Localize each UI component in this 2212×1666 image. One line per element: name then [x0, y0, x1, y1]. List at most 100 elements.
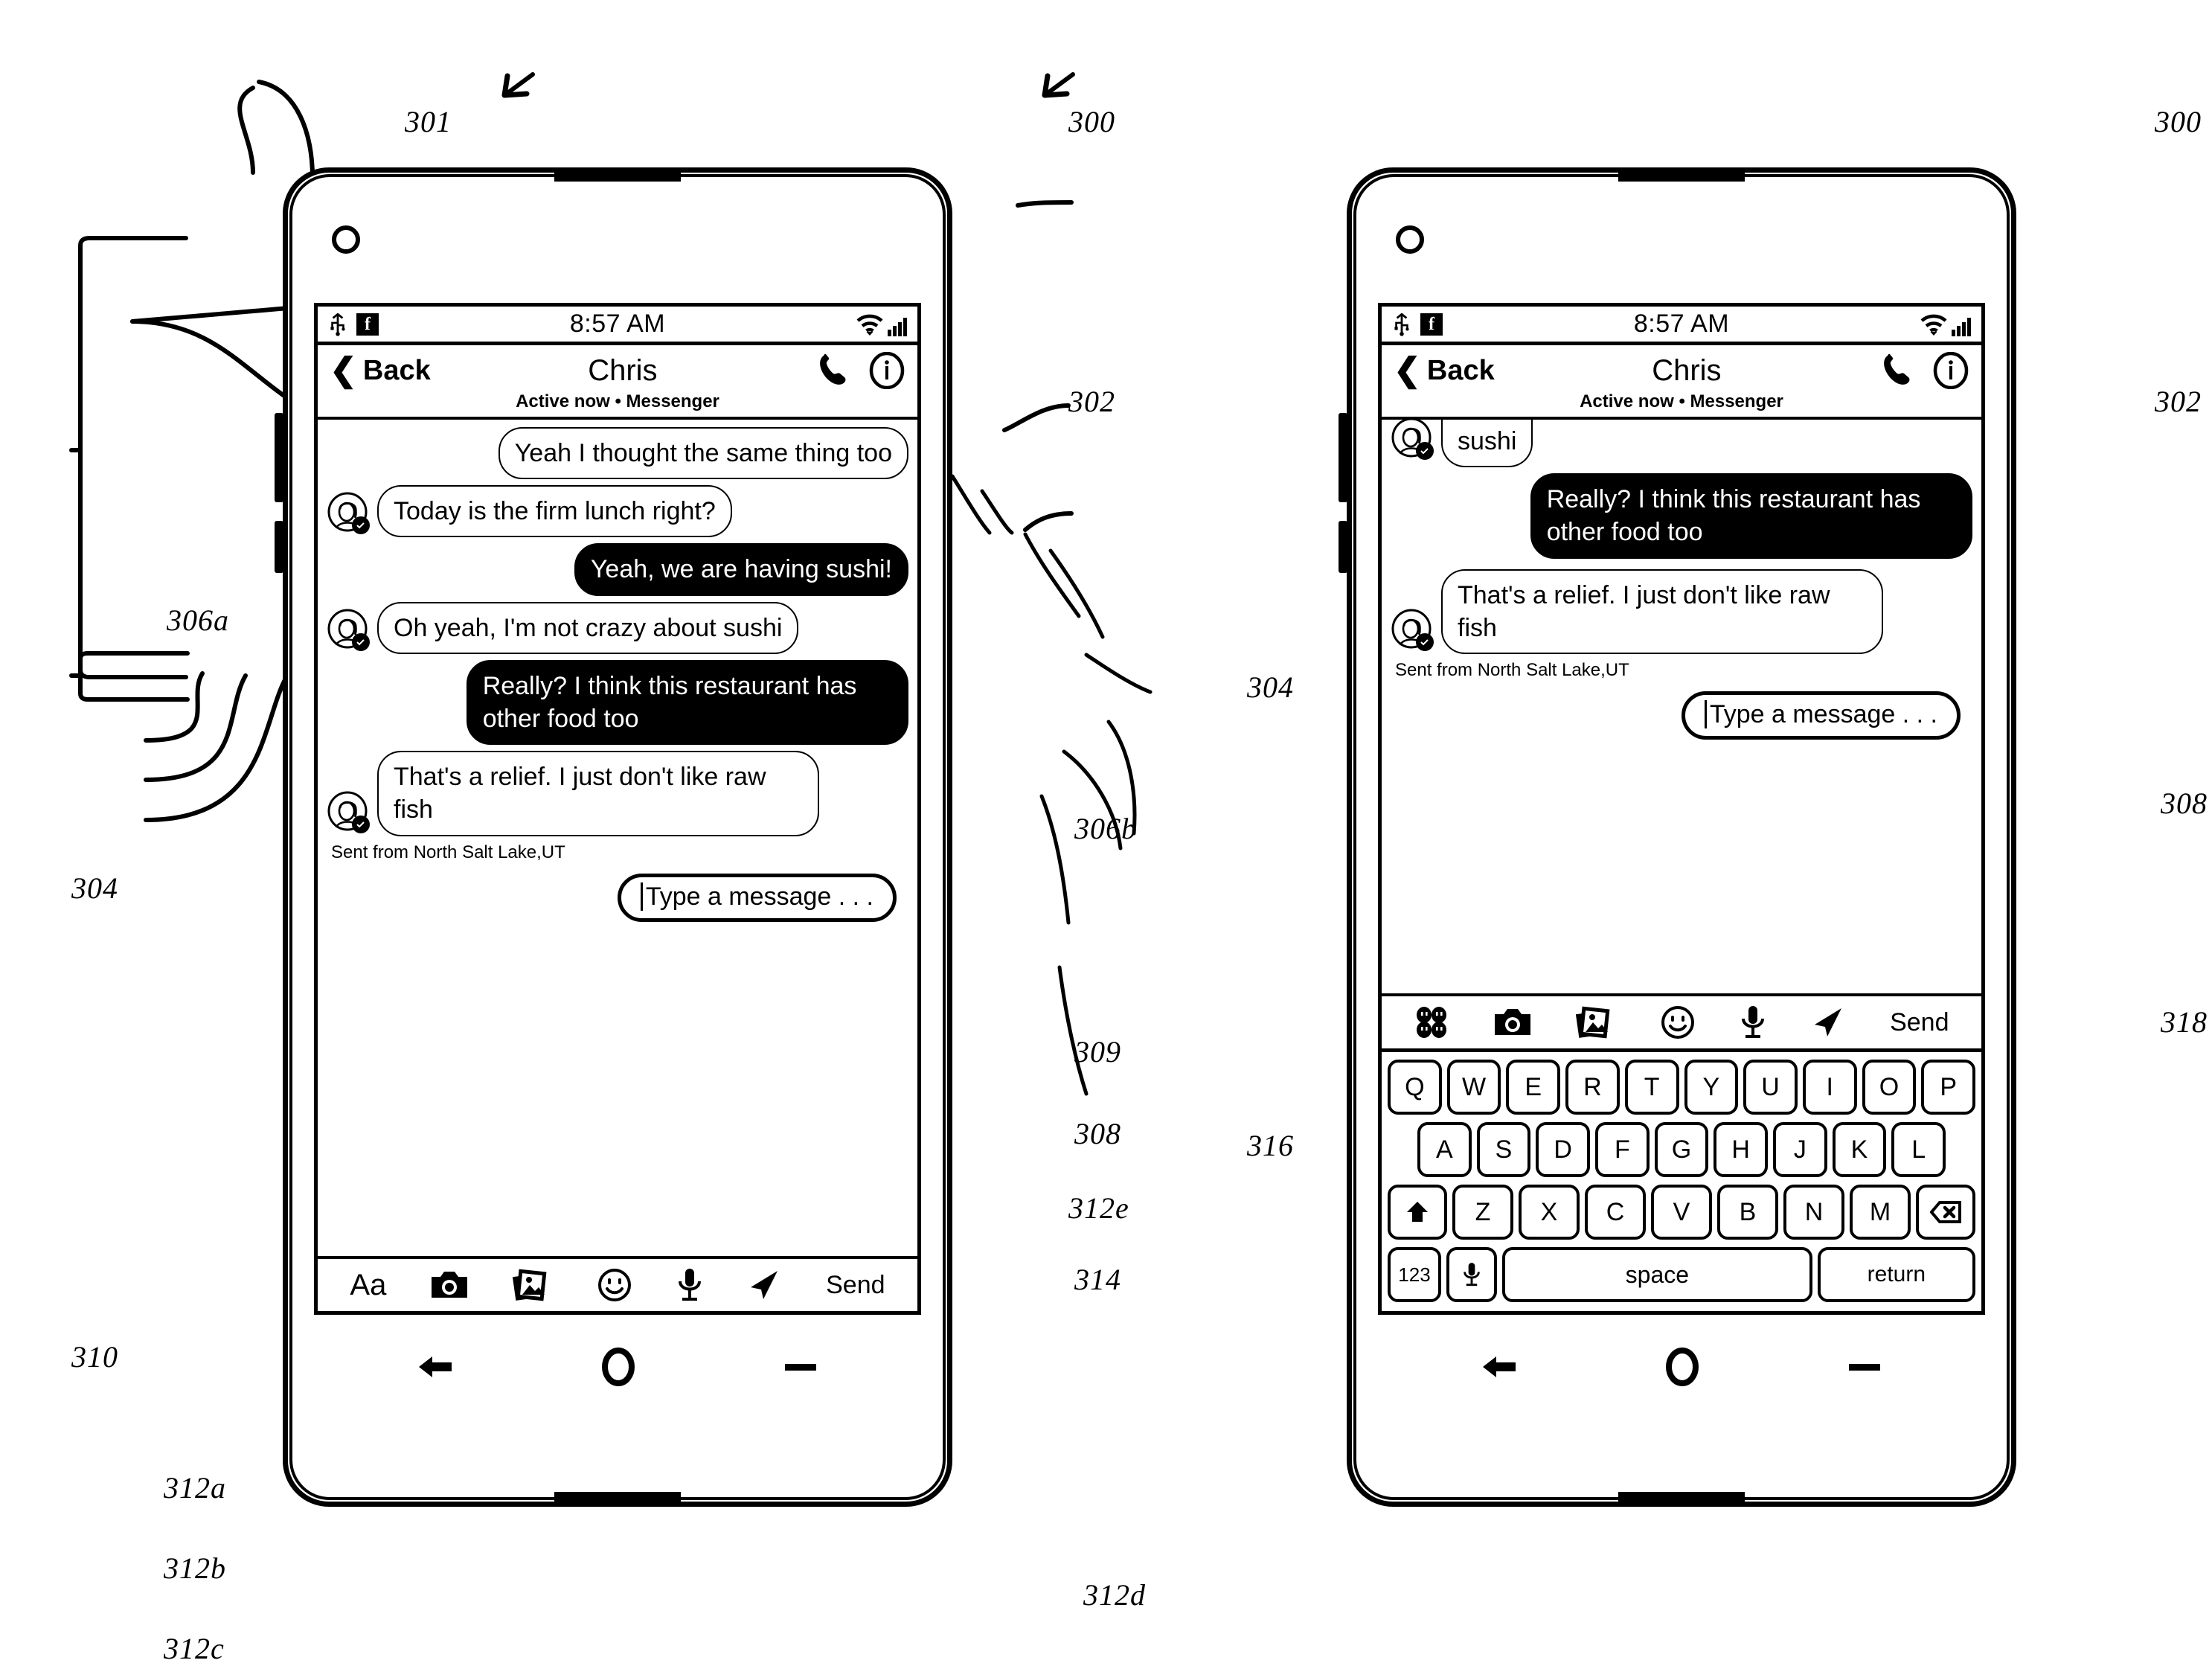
photo-gallery-icon[interactable]	[1576, 1005, 1616, 1039]
message-input[interactable]: Type a message . . .	[617, 873, 897, 922]
power-button[interactable]	[275, 521, 283, 573]
key-O[interactable]: O	[1862, 1060, 1917, 1115]
key-Q[interactable]: Q	[1387, 1060, 1442, 1115]
conversation-header: ❮ Back Chris Active now • Messenger	[318, 345, 917, 420]
message-bubble-outgoing[interactable]: Yeah I thought the same thing too	[498, 427, 908, 480]
key-dictation[interactable]	[1446, 1247, 1497, 1302]
location-send-icon[interactable]	[1810, 1005, 1846, 1039]
power-button[interactable]	[1339, 521, 1347, 573]
camera-icon[interactable]	[430, 1269, 469, 1301]
earpiece-speaker	[554, 171, 681, 182]
phone-call-icon[interactable]	[1879, 351, 1919, 390]
volume-button[interactable]	[275, 413, 283, 502]
message-thread[interactable]: Yeah I thought the same thing too Today …	[318, 420, 917, 1256]
message-bubble-incoming[interactable]: Oh yeah, I'm not crazy about sushi	[377, 601, 799, 654]
photo-gallery-icon[interactable]	[512, 1268, 553, 1302]
send-button[interactable]: Send	[1890, 1008, 1949, 1037]
key-space[interactable]: space	[1502, 1247, 1812, 1302]
key-shift[interactable]	[1388, 1185, 1447, 1240]
android-recents-button[interactable]	[1844, 1358, 1885, 1376]
android-home-button[interactable]	[1662, 1347, 1702, 1387]
keyboard-row-4: 123 space return	[1388, 1247, 1975, 1302]
avatar	[327, 608, 373, 654]
key-E[interactable]: E	[1506, 1060, 1561, 1115]
microphone-icon[interactable]	[1740, 1004, 1766, 1041]
message-input[interactable]: Type a message . . .	[1681, 691, 1961, 740]
ref-309-left: 309	[1074, 1035, 1121, 1069]
key-Z[interactable]: Z	[1452, 1185, 1513, 1240]
avatar	[327, 491, 373, 537]
back-label: Back	[362, 354, 431, 386]
send-button[interactable]: Send	[826, 1271, 885, 1300]
shift-icon	[1407, 1202, 1428, 1222]
key-N[interactable]: N	[1783, 1185, 1844, 1240]
message-bubble-incoming[interactable]: sushi	[1441, 420, 1533, 468]
composer-toolbar: Send	[1382, 993, 1981, 1048]
avatar	[327, 790, 373, 836]
key-T[interactable]: T	[1624, 1060, 1679, 1115]
key-U[interactable]: U	[1743, 1060, 1798, 1115]
ref-312d-left: 312d	[1083, 1578, 1146, 1612]
key-B[interactable]: B	[1717, 1185, 1778, 1240]
android-home-button[interactable]	[598, 1347, 638, 1387]
bottom-speaker	[554, 1492, 681, 1502]
microphone-icon[interactable]	[676, 1266, 703, 1304]
key-K[interactable]: K	[1832, 1122, 1887, 1177]
key-J[interactable]: J	[1773, 1122, 1827, 1177]
message-bubble-outgoing[interactable]: Really? I think this restaurant has othe…	[1530, 473, 1972, 559]
key-A[interactable]: A	[1417, 1122, 1472, 1177]
emoji-smiley-icon[interactable]	[1660, 1005, 1696, 1040]
message-bubble-outgoing[interactable]: Really? I think this restaurant has othe…	[466, 659, 908, 746]
key-return[interactable]: return	[1817, 1247, 1975, 1302]
ref-306b-left: 306b	[1074, 812, 1137, 845]
wifi-icon	[856, 314, 883, 336]
back-button[interactable]: ❮ Back	[330, 354, 431, 387]
info-circle-icon[interactable]	[868, 352, 905, 389]
key-P[interactable]: P	[1921, 1060, 1976, 1115]
key-I[interactable]: I	[1802, 1060, 1857, 1115]
key-H[interactable]: H	[1714, 1122, 1769, 1177]
key-M[interactable]: M	[1850, 1185, 1911, 1240]
volume-button[interactable]	[1339, 413, 1347, 502]
hand-sketch	[950, 474, 1153, 1096]
message-bubble-outgoing[interactable]: Yeah, we are having sushi!	[574, 543, 908, 596]
composer-row: Type a message . . .	[1391, 687, 1972, 750]
phone-call-icon[interactable]	[815, 351, 855, 390]
usb-icon	[330, 313, 345, 336]
presence-status: Active now • Messenger	[1580, 391, 1783, 411]
key-C[interactable]: C	[1585, 1185, 1646, 1240]
message-bubble-incoming[interactable]: That's a relief. I just don't like raw f…	[377, 751, 820, 836]
key-Y[interactable]: Y	[1684, 1060, 1739, 1115]
sent-from-location: Sent from North Salt Lake,UT	[1395, 659, 1629, 680]
key-backspace[interactable]	[1916, 1185, 1975, 1240]
key-F[interactable]: F	[1595, 1122, 1650, 1177]
emoji-smiley-icon[interactable]	[597, 1267, 632, 1303]
android-back-button[interactable]	[1478, 1351, 1520, 1383]
back-button[interactable]: ❮ Back	[1394, 354, 1495, 387]
key-D[interactable]: D	[1536, 1122, 1590, 1177]
location-send-icon[interactable]	[746, 1268, 782, 1302]
key-V[interactable]: V	[1651, 1185, 1712, 1240]
message-thread[interactable]: sushi Really? I think this restaurant ha…	[1382, 420, 1981, 993]
key-G[interactable]: G	[1654, 1122, 1709, 1177]
key-X[interactable]: X	[1519, 1185, 1580, 1240]
ref-308-left: 308	[1074, 1117, 1121, 1150]
message-row: sushi	[1391, 420, 1972, 468]
key-L[interactable]: L	[1891, 1122, 1946, 1177]
ref-310-left: 310	[71, 1340, 118, 1374]
key-numbers[interactable]: 123	[1388, 1247, 1441, 1302]
message-bubble-incoming[interactable]: That's a relief. I just don't like raw f…	[1441, 568, 1884, 654]
key-S[interactable]: S	[1476, 1122, 1531, 1177]
camera-icon[interactable]	[1493, 1007, 1532, 1038]
android-recents-button[interactable]	[780, 1358, 821, 1376]
ref-312c-left: 312c	[164, 1632, 225, 1665]
info-circle-icon[interactable]	[1932, 352, 1969, 389]
facebook-icon: f	[356, 313, 379, 336]
ref-302-left: 302	[1068, 385, 1115, 418]
apps-grid-icon[interactable]	[1414, 1005, 1449, 1040]
android-back-button[interactable]	[414, 1351, 456, 1383]
key-R[interactable]: R	[1565, 1060, 1620, 1115]
message-bubble-incoming[interactable]: Today is the firm lunch right?	[377, 485, 732, 538]
text-format-icon[interactable]: Aa	[350, 1269, 386, 1302]
key-W[interactable]: W	[1446, 1060, 1501, 1115]
